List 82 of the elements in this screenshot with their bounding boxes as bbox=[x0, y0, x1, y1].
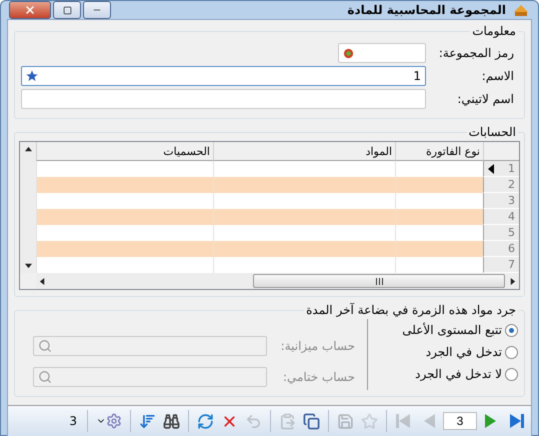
group-title: جرد مواد هذه الزمرة في بضاعة آخر المدة bbox=[305, 303, 517, 317]
radio-button[interactable] bbox=[505, 324, 518, 336]
copy-icon bbox=[303, 412, 320, 430]
scroll-up-icon bbox=[24, 146, 32, 153]
table-cell[interactable] bbox=[36, 225, 213, 241]
scroll-right-icon bbox=[509, 278, 516, 284]
skip-start-icon bbox=[395, 412, 413, 430]
star-icon bbox=[361, 412, 378, 430]
field-label: الاسم: bbox=[480, 69, 515, 83]
save-icon bbox=[337, 412, 354, 430]
row-header[interactable]: 5 bbox=[483, 225, 519, 241]
field-label: اسم لاتيني: bbox=[456, 92, 515, 106]
group-title: معلومات bbox=[471, 24, 517, 38]
lookup-field[interactable] bbox=[33, 367, 267, 387]
input-field[interactable] bbox=[21, 89, 426, 109]
table-cell[interactable] bbox=[213, 161, 395, 177]
column-header[interactable]: الحسميات bbox=[36, 142, 213, 161]
sort-icon bbox=[139, 412, 156, 430]
row-header[interactable]: 7 bbox=[483, 257, 519, 273]
field-label: حساب ميزانية: bbox=[280, 339, 356, 353]
star-icon bbox=[26, 70, 38, 82]
table-cell[interactable] bbox=[395, 209, 483, 225]
skip-end-icon bbox=[507, 412, 525, 430]
table-cell[interactable] bbox=[36, 161, 213, 177]
scroll-down-icon bbox=[24, 262, 32, 269]
radio-label[interactable]: تدخل في الجرد bbox=[426, 345, 502, 359]
table-cell[interactable] bbox=[395, 177, 483, 193]
search-icon bbox=[38, 370, 52, 384]
table-cell[interactable] bbox=[213, 209, 395, 225]
table-cell[interactable] bbox=[36, 257, 213, 273]
record-count: 3 bbox=[68, 414, 78, 428]
binoculars-icon bbox=[163, 412, 180, 430]
table-cell[interactable] bbox=[36, 193, 213, 209]
page-field[interactable]: 3 bbox=[443, 412, 477, 430]
maximize-icon bbox=[62, 6, 72, 14]
table-cell[interactable] bbox=[395, 225, 483, 241]
table-cell[interactable] bbox=[36, 241, 213, 257]
maximize-button[interactable] bbox=[53, 1, 81, 19]
radio-label[interactable]: تتبع المستوى الأعلى bbox=[402, 323, 502, 337]
close-button[interactable] bbox=[9, 1, 51, 19]
row-header[interactable]: 4 bbox=[483, 209, 519, 225]
radio-button[interactable] bbox=[505, 368, 518, 380]
input-field[interactable]: 1 bbox=[21, 66, 426, 86]
table-cell[interactable] bbox=[213, 225, 395, 241]
row-header[interactable]: 2 bbox=[483, 177, 519, 193]
table-cell[interactable] bbox=[213, 257, 395, 273]
paste-icon bbox=[279, 412, 296, 430]
table-cell[interactable] bbox=[395, 193, 483, 209]
input-field[interactable] bbox=[338, 43, 426, 63]
window-title: المجموعة المحاسبية للمادة bbox=[346, 3, 506, 17]
radio-label[interactable]: لا تدخل في الجرد bbox=[415, 367, 502, 381]
radio-button[interactable] bbox=[505, 346, 518, 358]
lookup-field[interactable] bbox=[33, 336, 267, 356]
scroll-thumb[interactable] bbox=[253, 274, 505, 288]
table-cell[interactable] bbox=[36, 209, 213, 225]
app-icon bbox=[512, 2, 530, 18]
refresh-icon bbox=[197, 412, 214, 430]
grip-icon bbox=[376, 278, 382, 284]
table-cell[interactable] bbox=[395, 257, 483, 273]
table-cell[interactable] bbox=[395, 241, 483, 257]
group-title: الحسابات bbox=[468, 125, 517, 139]
field-label: حساب ختامي: bbox=[282, 370, 356, 384]
minimize-button[interactable] bbox=[83, 1, 111, 19]
copy-button[interactable] bbox=[301, 410, 322, 432]
table-cell[interactable] bbox=[213, 241, 395, 257]
column-header[interactable]: المواد bbox=[213, 142, 395, 161]
row-header[interactable]: 6 bbox=[483, 241, 519, 257]
table-cell[interactable] bbox=[36, 177, 213, 193]
row-pointer-icon bbox=[488, 164, 494, 174]
row-header[interactable]: 3 bbox=[483, 193, 519, 209]
close-icon bbox=[24, 4, 36, 16]
row-header[interactable]: 1 bbox=[483, 161, 519, 177]
table-cell[interactable] bbox=[213, 193, 395, 209]
column-header[interactable]: نوع الفاتورة bbox=[395, 142, 483, 161]
search-icon bbox=[38, 339, 52, 353]
table-cell[interactable] bbox=[213, 177, 395, 193]
settings-icon bbox=[106, 413, 122, 429]
undo-icon bbox=[245, 412, 262, 430]
table-cell[interactable] bbox=[395, 161, 483, 177]
code-icon bbox=[343, 48, 354, 58]
scroll-left-icon bbox=[39, 278, 46, 284]
field-label: رمز المجموعة: bbox=[438, 46, 515, 60]
